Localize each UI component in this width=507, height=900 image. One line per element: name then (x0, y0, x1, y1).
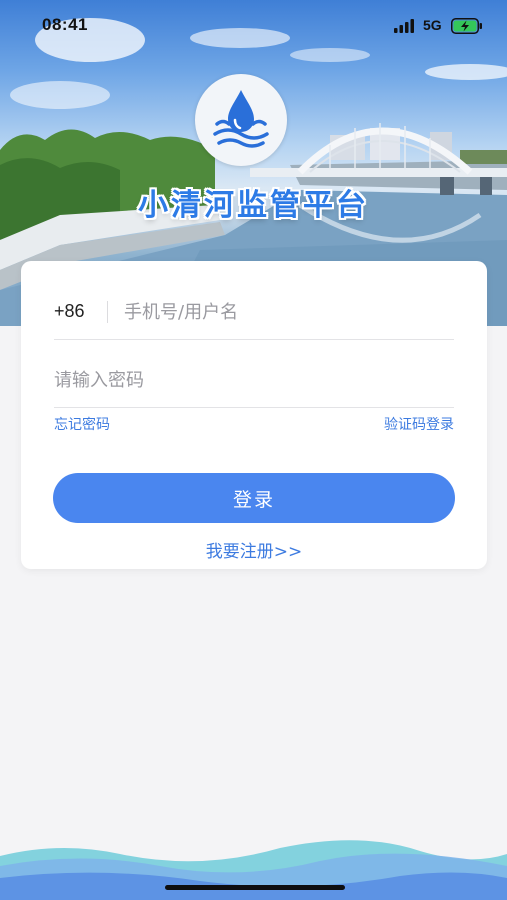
phone-username-input[interactable] (124, 297, 454, 327)
field-divider (107, 301, 108, 323)
forgot-password-link[interactable]: 忘记密码 (54, 414, 110, 434)
app-title: 小清河监管平台 (138, 188, 369, 223)
phone-field-row: +86 (54, 291, 454, 340)
password-input[interactable] (54, 365, 454, 395)
country-code-selector[interactable]: +86 (54, 301, 85, 322)
login-card: +86 忘记密码 验证码登录 登录 我要注册>> (21, 261, 487, 569)
status-time: 08:41 (42, 15, 88, 34)
status-bar: 08:41 5G (0, 0, 507, 52)
password-field-row (54, 359, 454, 408)
cellular-signal-icon (394, 19, 414, 33)
sms-code-login-link[interactable]: 验证码登录 (384, 414, 454, 434)
home-indicator (165, 885, 345, 890)
water-drop-waves-icon (213, 90, 269, 148)
network-type: 5G (423, 17, 442, 33)
register-link[interactable]: 我要注册>> (21, 537, 487, 562)
battery-charging-icon (451, 18, 482, 34)
login-button[interactable]: 登录 (53, 473, 455, 523)
app-logo (195, 74, 287, 166)
